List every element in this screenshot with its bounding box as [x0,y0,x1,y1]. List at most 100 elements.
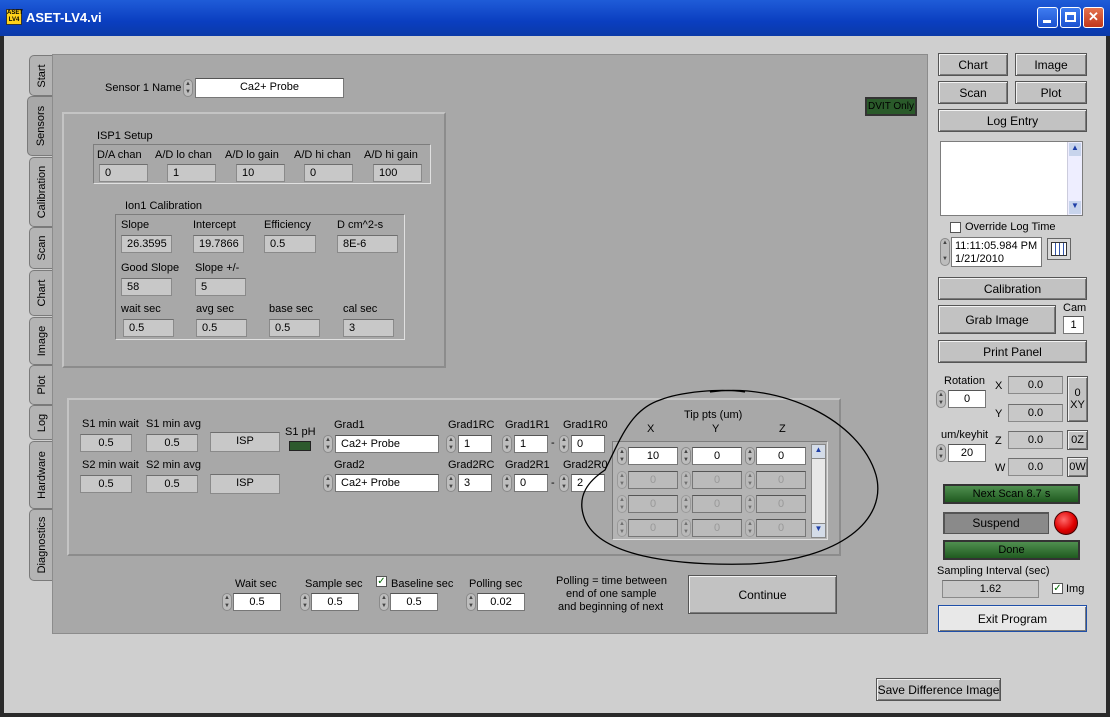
baseline-sec-spinner[interactable]: ▲ ▼ [379,593,389,611]
dvit-only-indicator[interactable]: DVIT Only [865,97,917,116]
rotation-spinner[interactable]: ▲ ▼ [936,390,946,408]
save-difference-image-button[interactable]: Save Difference Image [876,678,1001,701]
zero-xy-button[interactable]: 0 XY [1067,376,1088,422]
wait-sec-spinner[interactable]: ▲ ▼ [222,593,232,611]
override-log-time-checkbox[interactable] [950,222,961,233]
good-slope-value[interactable]: 58 [121,278,172,296]
rotation-input[interactable]: 0 [948,390,986,408]
slope-pm-value[interactable]: 5 [195,278,246,296]
base-sec-value[interactable]: 0.5 [269,319,320,337]
cam-label: Cam [1063,302,1087,314]
diffusion-value[interactable]: 8E-6 [337,235,398,253]
tab-start[interactable]: Start [29,55,53,96]
wait-sec-input[interactable]: 0.5 [233,593,281,611]
zero-z-button[interactable]: 0Z [1067,430,1088,450]
cal-sec-value[interactable]: 3 [343,319,394,337]
grad1rc-field[interactable]: 1 [458,435,492,453]
polling-sec-spinner[interactable]: ▲ ▼ [466,593,476,611]
img-checkbox[interactable]: ✓ [1052,583,1063,594]
cam-input[interactable]: 1 [1063,316,1084,334]
efficiency-value[interactable]: 0.5 [264,235,316,253]
x-position-value[interactable]: 0.0 [1008,376,1063,394]
image-button[interactable]: Image [1015,53,1087,76]
tab-log[interactable]: Log [29,405,53,440]
sensor-name-field[interactable]: Ca2+ Probe [195,78,344,98]
sample-sec-input[interactable]: 0.5 [311,593,359,611]
isp1-adlo-chan[interactable]: 1 [167,164,216,182]
tab-diagnostics[interactable]: Diagnostics [29,509,53,581]
grab-image-button[interactable]: Grab Image [938,305,1056,334]
s1-min-avg-value[interactable]: 0.5 [146,434,198,452]
grad1-spinner[interactable]: ▲ ▼ [323,435,333,453]
chart-button[interactable]: Chart [938,53,1008,76]
zero-w-button[interactable]: 0W [1067,457,1088,477]
isp-selector-1[interactable]: ISP [210,432,280,452]
s1-ph-led[interactable] [289,441,311,451]
isp1-da-chan[interactable]: 0 [99,164,148,182]
tab-image[interactable]: Image [29,317,53,365]
sample-sec-spinner[interactable]: ▲ ▼ [300,593,310,611]
isp1-adhi-chan[interactable]: 0 [304,164,353,182]
done-indicator: Done [943,540,1080,560]
tab-hardware[interactable]: Hardware [29,441,53,509]
log-scroll-up-icon[interactable]: ▲ [1069,143,1081,156]
suspend-button[interactable]: Suspend [943,512,1049,534]
y-position-value[interactable]: 0.0 [1008,404,1063,422]
time-spinner[interactable]: ▲ ▼ [940,238,950,266]
sensor-name-spinner[interactable]: ▲ ▼ [183,79,193,97]
next-scan-indicator: Next Scan 8.7 s [943,484,1080,504]
scan-button[interactable]: Scan [938,81,1008,104]
baseline-sec-input[interactable]: 0.5 [390,593,438,611]
grad2-spinner[interactable]: ▲ ▼ [323,474,333,492]
log-entry-button[interactable]: Log Entry [938,109,1087,132]
um-keyhit-input[interactable]: 20 [948,444,986,462]
intercept-value[interactable]: 19.7866 [193,235,244,253]
slope-value[interactable]: 26.3595 [121,235,172,253]
print-panel-button[interactable]: Print Panel [938,340,1087,363]
grad1r1-spinner[interactable]: ▲ ▼ [502,435,512,453]
isp1-adhi-gain[interactable]: 100 [373,164,422,182]
grad1r1-label: Grad1R1 [505,419,550,431]
log-scroll-down-icon[interactable]: ▼ [1069,201,1081,214]
grad2r0-spinner[interactable]: ▲ ▼ [559,474,569,492]
w-position-value[interactable]: 0.0 [1008,458,1063,476]
good-slope-label: Good Slope [121,262,180,274]
log-scrollbar[interactable]: ▲ ▼ [1067,142,1082,215]
tab-chart[interactable]: Chart [29,270,53,316]
um-keyhit-spinner[interactable]: ▲ ▼ [936,444,946,462]
calibration-button[interactable]: Calibration [938,277,1087,300]
grad2r1-field[interactable]: 0 [514,474,548,492]
minimize-button[interactable] [1037,7,1058,28]
grad1-field[interactable]: Ca2+ Probe [335,435,439,453]
plot-button[interactable]: Plot [1015,81,1087,104]
s1-min-wait-value[interactable]: 0.5 [80,434,132,452]
slope-label: Slope [121,219,150,231]
grad1r1-field[interactable]: 1 [514,435,548,453]
s2-min-wait-value[interactable]: 0.5 [80,475,132,493]
isp-selector-2[interactable]: ISP [210,474,280,494]
tab-scan[interactable]: Scan [29,227,53,269]
grad2rc-field[interactable]: 3 [458,474,492,492]
grad2r1-spinner[interactable]: ▲ ▼ [502,474,512,492]
wait-sec-value[interactable]: 0.5 [123,319,174,337]
tab-sensors[interactable]: Sensors [27,96,54,156]
grad2rc-spinner[interactable]: ▲ ▼ [446,474,456,492]
isp1-adlo-gain[interactable]: 10 [236,164,285,182]
polling-sec-input[interactable]: 0.02 [477,593,525,611]
baseline-checkbox[interactable]: ✓ [376,576,387,587]
exit-program-button[interactable]: Exit Program [938,605,1087,632]
s2-min-avg-value[interactable]: 0.5 [146,475,198,493]
calendar-icon[interactable] [1047,238,1071,260]
avg-sec-value[interactable]: 0.5 [196,319,247,337]
log-text-area[interactable]: ▲ ▼ [940,141,1083,216]
maximize-button[interactable] [1060,7,1081,28]
log-time-field[interactable]: 11:11:05.984 PM 1/21/2010 [951,237,1042,267]
continue-button[interactable]: Continue [688,575,837,614]
grad1rc-spinner[interactable]: ▲ ▼ [446,435,456,453]
grad1r0-spinner[interactable]: ▲ ▼ [559,435,569,453]
tab-calibration[interactable]: Calibration [29,157,53,227]
z-position-value[interactable]: 0.0 [1008,431,1063,449]
close-button[interactable]: ✕ [1083,7,1104,28]
grad2-field[interactable]: Ca2+ Probe [335,474,439,492]
tab-plot[interactable]: Plot [29,365,53,405]
